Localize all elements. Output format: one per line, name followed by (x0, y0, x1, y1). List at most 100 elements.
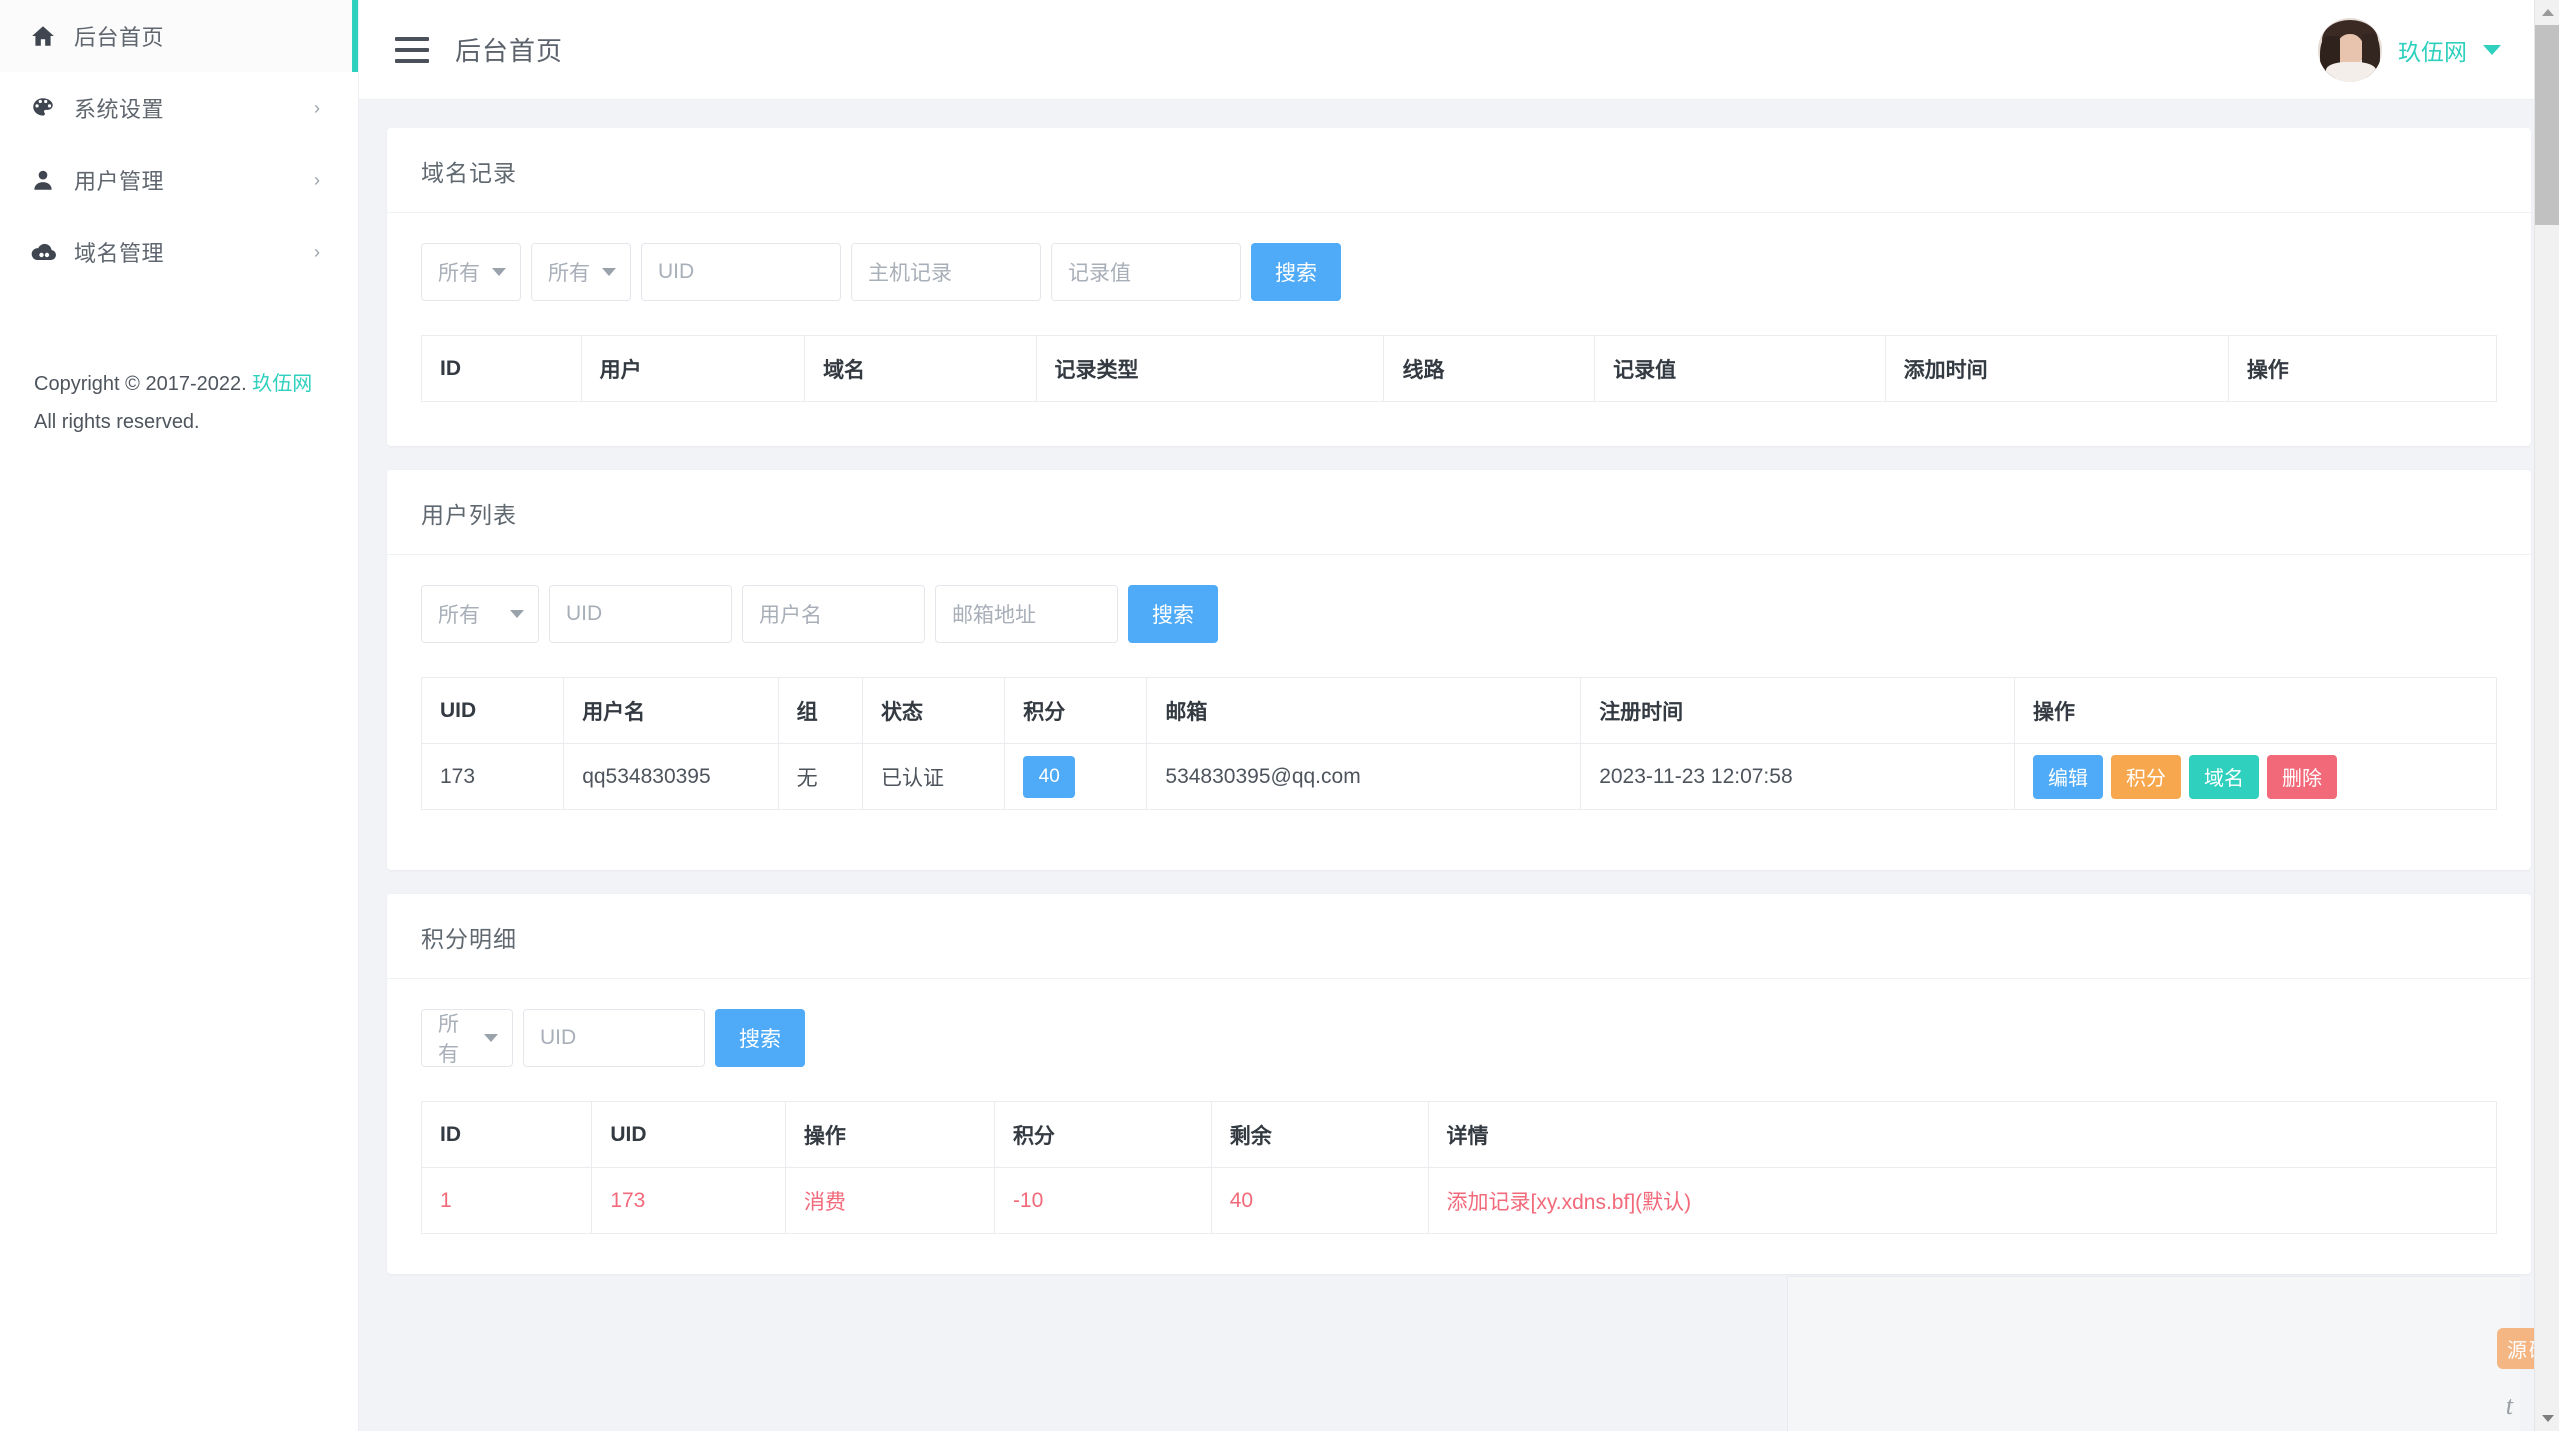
cell-detail: 添加记录[xy.xdns.bf](默认) (1427, 1167, 2497, 1234)
column-header: 邮箱 (1146, 677, 1582, 744)
user-name-label: 玖伍网 (2398, 38, 2467, 65)
chevron-right-icon: › (314, 242, 320, 262)
user-uid-input[interactable]: UID (549, 585, 732, 643)
points-badge[interactable]: 40 (1023, 755, 1076, 798)
card-user-list: 用户列表 所有 UID 用户名 邮箱地址 搜索 UID 用户名 组 状态 积分 … (387, 470, 2531, 870)
column-header: 剩余 (1210, 1101, 1429, 1168)
table-header-row: UID 用户名组状态 积分 邮箱 注册时间 操作 (420, 677, 2498, 744)
watermark-letter: t (2505, 1391, 2513, 1420)
column-header: 线路 (1383, 335, 1596, 402)
select-value: 所有 (438, 604, 480, 627)
search-button[interactable]: 搜索 (1128, 585, 1218, 643)
uid-input[interactable]: UID (641, 243, 841, 301)
chevron-down-icon (602, 268, 616, 276)
username-input[interactable]: 用户名 (742, 585, 925, 643)
page-title: 后台首页 (455, 36, 564, 66)
input-placeholder: 用户名 (759, 604, 822, 627)
chevron-down-icon (510, 610, 524, 618)
search-form: 所有 UID 用户名 邮箱地址 搜索 (421, 585, 2497, 643)
cell-actions: 编辑 积分 域名 删除 (2013, 743, 2498, 810)
points-uid-input[interactable]: UID (523, 1009, 705, 1067)
column-header: 操作 (784, 1101, 995, 1168)
scroll-up-icon[interactable] (2535, 0, 2559, 25)
search-button[interactable]: 搜索 (1251, 243, 1341, 301)
domain-scope-select[interactable]: 所有 (421, 243, 521, 301)
table-header-row: ID UID 操作 积分 剩余 详情 (420, 1101, 2497, 1168)
copyright-link[interactable]: 玖伍网 (252, 373, 312, 395)
cell-operation: 消费 (784, 1167, 995, 1234)
card-points-detail: 积分明细 所有 UID 搜索 ID UID 操作 积分 剩余 详情 1 173 … (387, 894, 2531, 1274)
table-wrap: ID UID 操作 积分 剩余 详情 1 173 消费 -10 40 添加记录[xy.xdns.bf… (387, 1101, 2531, 1274)
topbar: 后台首页 玖伍网 (359, 0, 2559, 100)
card-title: 用户列表 (421, 502, 517, 528)
column-header: 用户 (580, 335, 806, 402)
user-list-table: UID 用户名组状态 积分 邮箱 注册时间 操作 173 qq534830395 无已认证 40… (420, 677, 2498, 810)
overlay-panel (1787, 1276, 2520, 1431)
scrollbar-thumb[interactable] (2535, 25, 2559, 225)
card-body: 所有 所有 UID 主机记录 记录值 搜索 (387, 213, 2531, 335)
row-actions: 编辑 积分 域名 删除 (2032, 754, 2478, 799)
input-placeholder: UID (658, 260, 695, 283)
card-header: 积分明细 (387, 894, 2531, 979)
record-type-select[interactable]: 所有 (531, 243, 631, 301)
card-header: 用户列表 (387, 470, 2531, 555)
column-header: 组 (777, 677, 864, 744)
chevron-down-icon[interactable] (2483, 44, 2501, 55)
column-header: 添加时间 (1884, 335, 2229, 402)
scroll-down-icon[interactable] (2535, 1406, 2559, 1431)
cell-remaining: 40 (1210, 1167, 1429, 1234)
main-area: 后台首页 玖伍网 域名记录 所有 所有 UID 主机记录 记录值 搜索 ID 用… (359, 0, 2559, 1431)
points-detail-table: ID UID 操作 积分 剩余 详情 1 173 消费 -10 40 添加记录[xy.xdns.bf… (420, 1101, 2497, 1234)
search-form: 所有 UID 搜索 (421, 1009, 2497, 1067)
cell-uid: 173 (420, 743, 565, 810)
avatar[interactable] (2318, 17, 2382, 82)
card-title: 域名记录 (421, 160, 517, 186)
edit-button[interactable]: 编辑 (2032, 754, 2103, 799)
chevron-down-icon (492, 268, 506, 276)
card-title: 积分明细 (421, 926, 517, 952)
column-header: 积分 (1004, 677, 1148, 744)
page-scrollbar[interactable] (2534, 0, 2559, 1431)
delete-button[interactable]: 删除 (2266, 754, 2337, 799)
domain-button[interactable]: 域名 (2188, 754, 2259, 799)
input-placeholder: 主机记录 (868, 262, 952, 285)
column-header: UID (420, 677, 565, 744)
sidebar-item-system-settings[interactable]: 系统设置 › (0, 72, 358, 144)
column-header: 详情 (1427, 1101, 2497, 1168)
column-header: ID (420, 1101, 593, 1168)
table-body: 1 173 消费 -10 40 添加记录[xy.xdns.bf](默认) (420, 1167, 2497, 1234)
hamburger-icon[interactable] (395, 36, 429, 63)
card-body: 所有 UID 用户名 邮箱地址 搜索 (387, 555, 2531, 677)
input-placeholder: 记录值 (1068, 262, 1131, 285)
home-icon (30, 23, 68, 49)
table-wrap: ID 用户 域名 记录类型 线路 记录值 添加时间 操作 (387, 335, 2531, 446)
copyright-text: Copyright © 2017-2022. (34, 373, 253, 395)
column-header: 操作 (2013, 677, 2498, 744)
sidebar: 后台首页 系统设置 › 用户管理 › 域名管理 › Copyright © 20… (0, 0, 359, 1431)
topbar-user-menu[interactable]: 玖伍网 (2318, 17, 2515, 82)
card-domain-records: 域名记录 所有 所有 UID 主机记录 记录值 搜索 ID 用户 域名 记录类型… (387, 128, 2531, 446)
search-form: 所有 所有 UID 主机记录 记录值 搜索 (421, 243, 2497, 301)
search-button[interactable]: 搜索 (715, 1009, 805, 1067)
sidebar-item-domain-management[interactable]: 域名管理 › (0, 216, 358, 288)
host-record-input[interactable]: 主机记录 (851, 243, 1041, 301)
select-value: 所有 (438, 262, 480, 285)
column-header: 记录类型 (1035, 335, 1385, 402)
email-input[interactable]: 邮箱地址 (935, 585, 1118, 643)
cell-username: qq534830395 (563, 743, 779, 810)
sidebar-item-user-management[interactable]: 用户管理 › (0, 144, 358, 216)
cell-email: 534830395@qq.com (1146, 743, 1582, 810)
points-type-select[interactable]: 所有 (421, 1009, 513, 1067)
sidebar-item-dashboard[interactable]: 后台首页 (0, 0, 358, 72)
points-button[interactable]: 积分 (2110, 754, 2181, 799)
cell-status: 已认证 (862, 743, 1006, 810)
content-area: 域名记录 所有 所有 UID 主机记录 记录值 搜索 ID 用户 域名 记录类型… (359, 100, 2559, 1431)
select-value: 所有 (438, 1013, 459, 1066)
sidebar-item-label: 后台首页 (74, 25, 165, 50)
column-header: 域名 (804, 335, 1037, 402)
user-group-select[interactable]: 所有 (421, 585, 539, 643)
domain-records-table: ID 用户 域名 记录类型 线路 记录值 添加时间 操作 (421, 335, 2498, 402)
palette-icon (30, 95, 68, 121)
table-row: 173 qq534830395 无已认证 40 534830395@qq.com 2023… (420, 743, 2498, 810)
record-value-input[interactable]: 记录值 (1051, 243, 1241, 301)
